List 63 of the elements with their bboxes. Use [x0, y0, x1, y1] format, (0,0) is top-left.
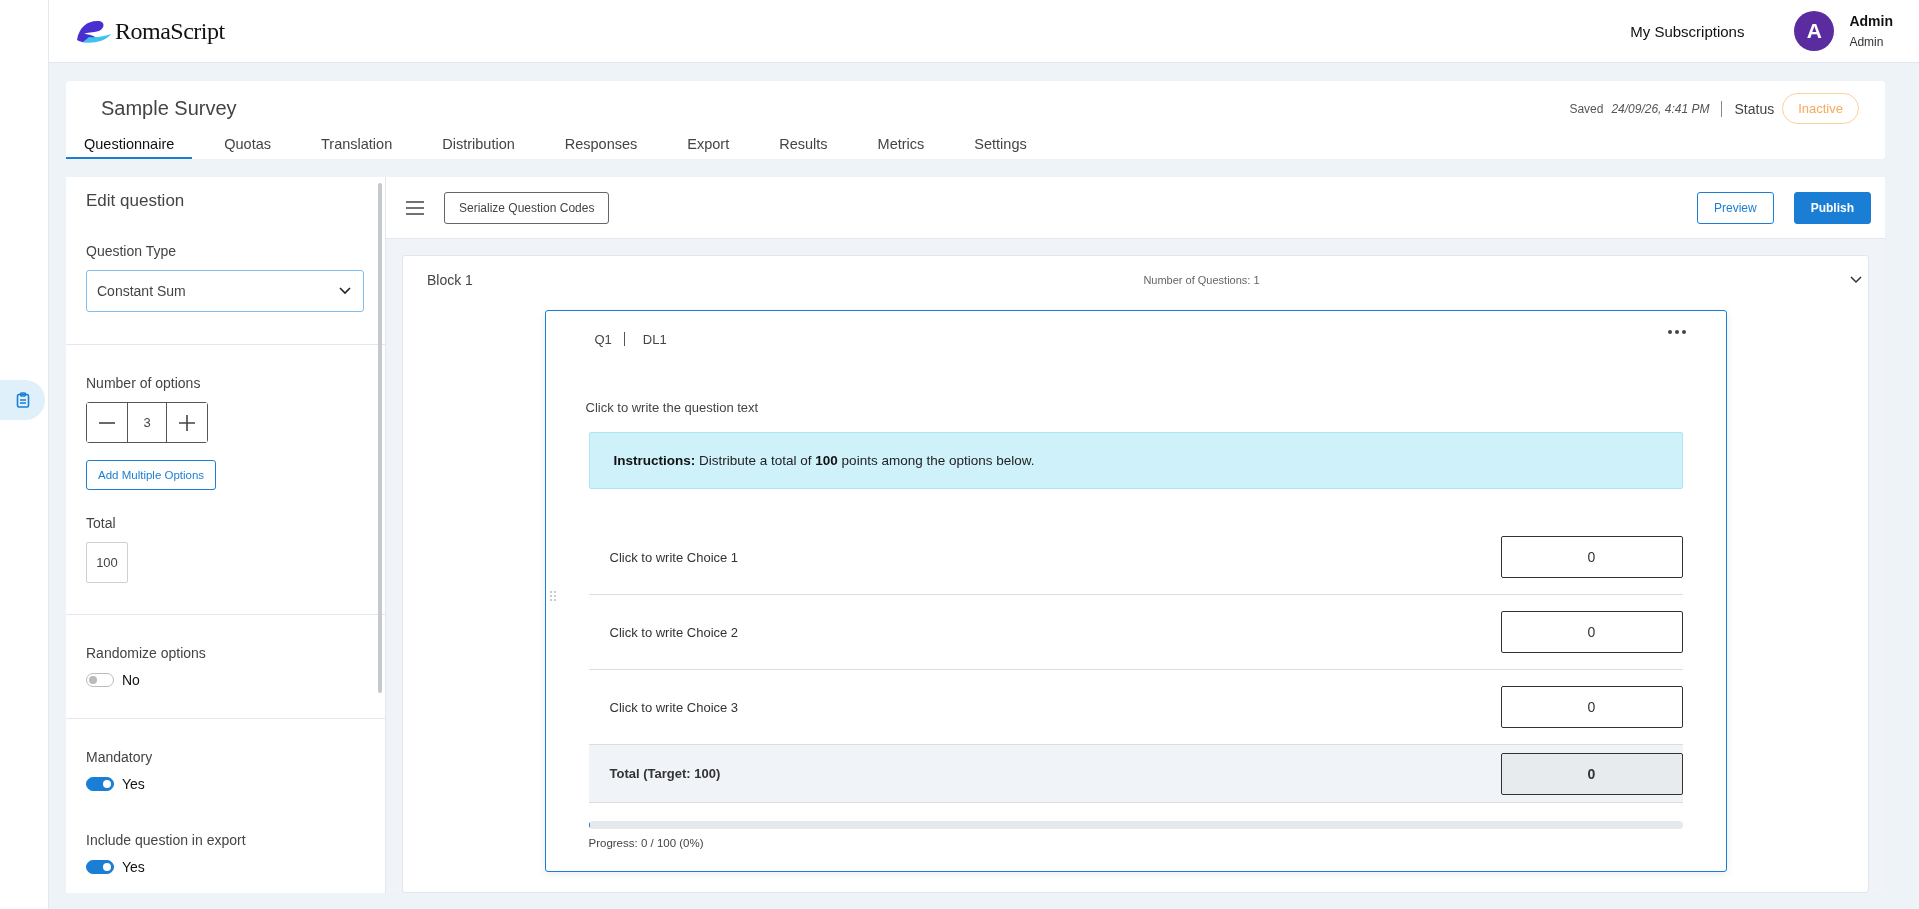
drag-handle-icon[interactable]: [549, 591, 556, 601]
tab[interactable]: Distribution: [424, 130, 533, 159]
progress-text: Progress: 0 / 100 (0%): [588, 837, 705, 849]
choice-input[interactable]: 0: [1500, 686, 1683, 728]
tab[interactable]: Metrics: [859, 130, 943, 159]
toggle-switch[interactable]: [86, 673, 114, 687]
status-label: Status: [1734, 100, 1775, 117]
user-role: Admin: [1849, 35, 1885, 49]
toggle-state: No: [122, 672, 140, 688]
toggle-state: Yes: [122, 859, 145, 875]
choice-input[interactable]: 0: [1500, 536, 1683, 578]
question-code: Q1: [594, 331, 612, 347]
saved-label: Saved: [1569, 101, 1604, 116]
choice-label[interactable]: Click to write Choice 3: [609, 699, 739, 715]
choice-input[interactable]: 0: [1500, 611, 1683, 653]
survey-title: Sample Survey: [101, 97, 237, 120]
total-label: Total (Target: 100): [609, 766, 721, 781]
field-label: Include question in export: [86, 832, 246, 848]
tab[interactable]: Results: [761, 130, 846, 159]
logo-icon: [75, 18, 113, 44]
field-label: Question Type: [86, 243, 177, 259]
total-value: 0: [1500, 752, 1683, 795]
chevron-down-icon[interactable]: [1850, 276, 1862, 284]
choice-label[interactable]: Click to write Choice 1: [609, 549, 739, 565]
field-label: Mandatory: [86, 749, 153, 765]
nav-link[interactable]: My Subscriptions: [1630, 22, 1745, 40]
menu-icon[interactable]: [406, 200, 424, 215]
publish-button[interactable]: Publish: [1793, 191, 1871, 224]
question-type-select[interactable]: Constant Sum: [86, 270, 364, 312]
logo-text: RomaScript: [115, 17, 225, 45]
saved-time: 24/09/26, 4:41 PM: [1611, 101, 1710, 116]
question-text[interactable]: Click to write the question text: [585, 400, 1683, 415]
plus-icon: [179, 414, 195, 431]
total-input[interactable]: 100: [86, 542, 128, 583]
preview-button[interactable]: Preview: [1696, 191, 1774, 224]
instructions-text: Instructions: Distribute a total of 100 points among the options below.: [588, 432, 1683, 489]
tab[interactable]: Settings: [956, 130, 1045, 159]
tab[interactable]: Export: [669, 130, 748, 159]
tab[interactable]: Questionnaire: [66, 130, 193, 159]
more-icon[interactable]: [1667, 330, 1686, 334]
sidebar-item[interactable]: [0, 380, 45, 420]
field-label: Number of options: [86, 375, 201, 391]
chevron-down-icon: [339, 287, 351, 295]
field-label: Total: [86, 515, 116, 531]
question-count: Number of Questions: 1: [1142, 274, 1260, 286]
user-avatar[interactable]: A: [1794, 11, 1835, 51]
tab[interactable]: Responses: [546, 130, 656, 159]
block-title: Block 1: [427, 272, 473, 288]
toggle-switch[interactable]: [86, 777, 114, 791]
user-name: Admin: [1849, 13, 1893, 29]
toggle-switch[interactable]: [86, 860, 114, 874]
field-label: Randomize options: [86, 645, 206, 661]
minus-icon: [99, 421, 115, 424]
scrollbar[interactable]: [378, 183, 382, 693]
add-options-button[interactable]: Add Multiple Options: [86, 460, 217, 490]
toggle-state: Yes: [122, 776, 145, 792]
clipboard-icon: [15, 392, 30, 408]
question-tag: DL1: [642, 331, 667, 347]
serialize-button[interactable]: Serialize Question Codes: [444, 191, 610, 224]
choice-label[interactable]: Click to write Choice 2: [609, 624, 739, 640]
tab[interactable]: Translation: [303, 130, 411, 159]
panel-title: Edit question: [86, 191, 185, 211]
tab[interactable]: Quotas: [206, 130, 290, 159]
